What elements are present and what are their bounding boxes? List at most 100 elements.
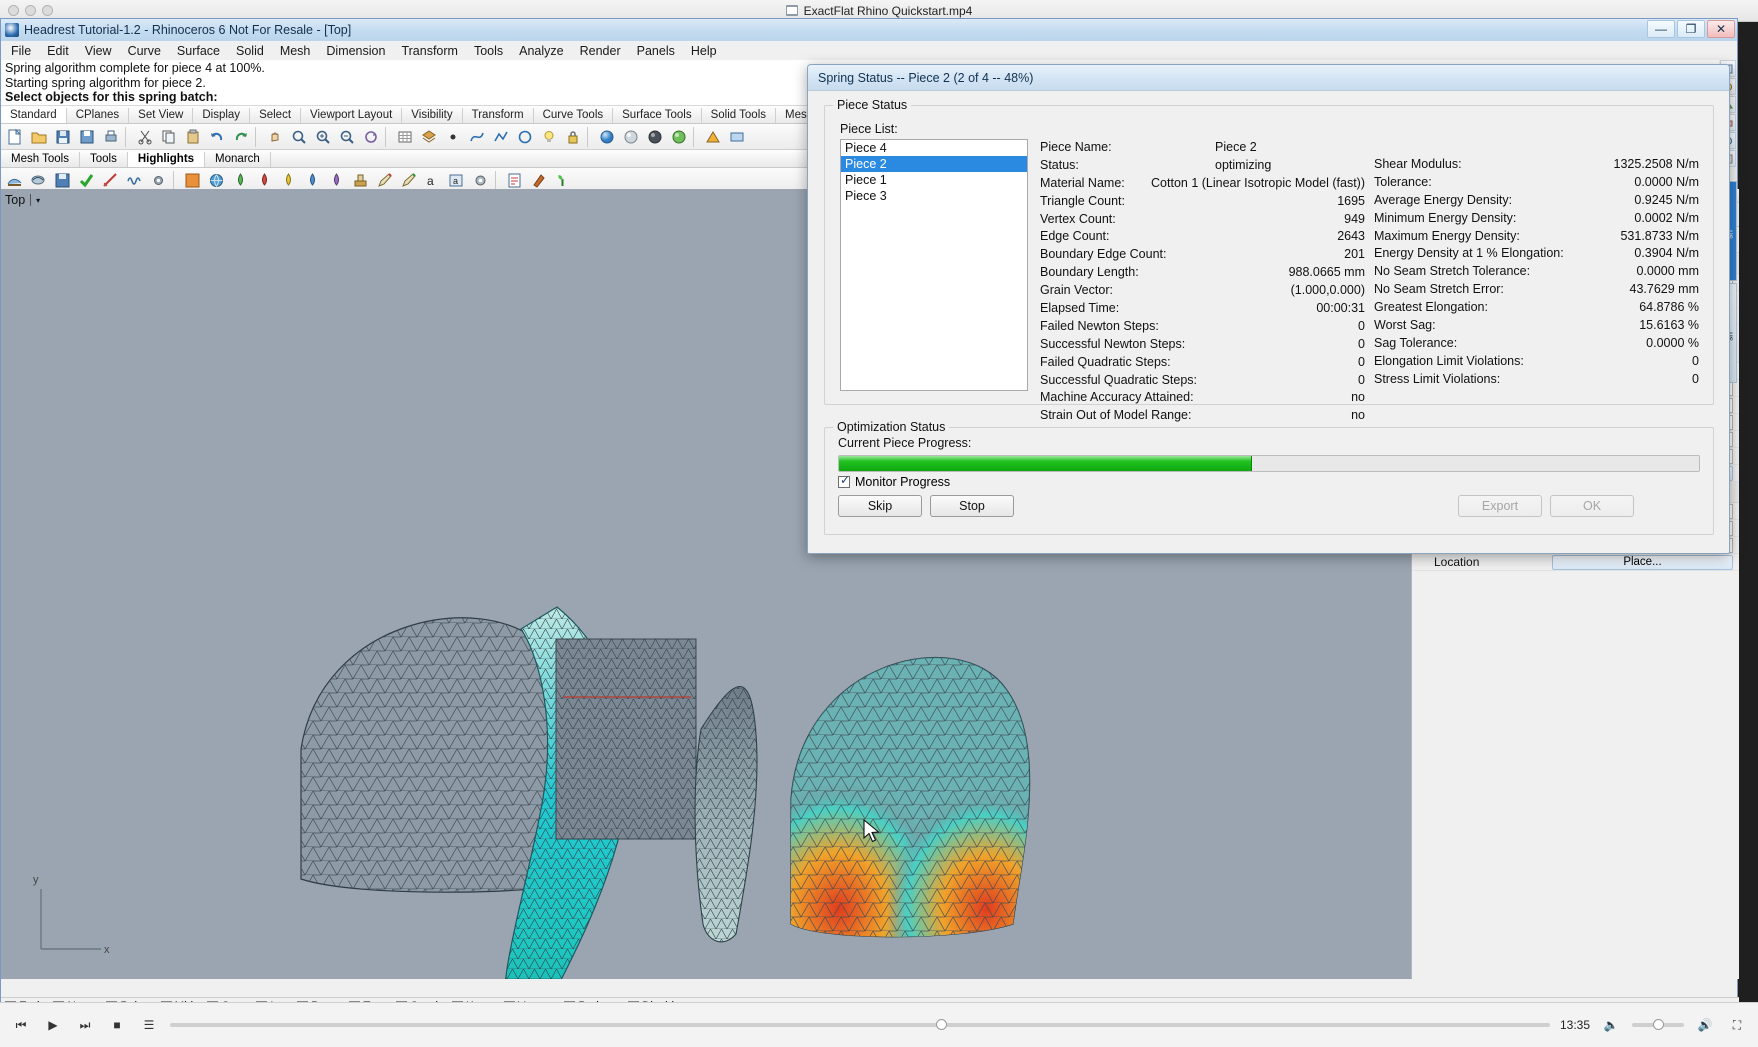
- redo-icon[interactable]: [229, 126, 252, 148]
- menu-item-render[interactable]: Render: [572, 43, 629, 59]
- stat-row: Average Energy Density: 0.9245 N/m: [1374, 191, 1699, 209]
- spring-status-dialog[interactable]: Spring Status -- Piece 2 (2 of 4 -- 48%)…: [807, 64, 1730, 554]
- window-traffic-lights[interactable]: [8, 5, 53, 16]
- ok-button[interactable]: OK: [1550, 495, 1634, 517]
- toolbar-tab-cplanes[interactable]: CPlanes: [67, 108, 130, 123]
- rhino-menubar[interactable]: File Edit View Curve Surface Solid Mesh Dimensi…: [1, 41, 1737, 60]
- menu-item-file[interactable]: File: [3, 43, 39, 59]
- toolbar-tab-surface-tools[interactable]: Surface Tools: [613, 108, 702, 123]
- toolbar-tab-solid-tools[interactable]: Solid Tools: [702, 108, 776, 123]
- menu-item-tools[interactable]: Tools: [466, 43, 511, 59]
- rotate-view-icon[interactable]: [359, 126, 382, 148]
- minimize-dot[interactable]: [25, 5, 36, 16]
- export-button[interactable]: Export: [1458, 495, 1542, 517]
- toolbar-tab-set-view[interactable]: Set View: [129, 108, 194, 123]
- stop-button[interactable]: ■: [106, 1014, 128, 1036]
- stat-value: 00:00:31: [1316, 300, 1365, 315]
- fullscreen-icon[interactable]: ⛶: [1726, 1014, 1748, 1036]
- volume-slider[interactable]: [1632, 1019, 1684, 1030]
- previous-button[interactable]: ⏮: [10, 1014, 32, 1036]
- stop-button[interactable]: Stop: [930, 495, 1014, 517]
- curve-icon[interactable]: [465, 126, 488, 148]
- sphere-dark-icon[interactable]: [643, 126, 666, 148]
- menu-item-dimension[interactable]: Dimension: [318, 43, 393, 59]
- seek-slider[interactable]: [170, 1019, 1550, 1030]
- mute-icon[interactable]: 🔈: [1600, 1014, 1622, 1036]
- undo-icon[interactable]: [205, 126, 228, 148]
- save-icon[interactable]: [51, 126, 74, 148]
- menu-item-analyze[interactable]: Analyze: [511, 43, 571, 59]
- piece-list-item[interactable]: Piece 3: [841, 188, 1027, 204]
- sphere-green-icon[interactable]: [667, 126, 690, 148]
- toolbar-tab-standard[interactable]: Standard: [1, 108, 67, 123]
- piece-list-item[interactable]: Piece 1: [841, 172, 1027, 188]
- exactflat-tab-monarch[interactable]: Monarch: [205, 152, 271, 167]
- exactflat-tab-highlights[interactable]: Highlights: [127, 152, 206, 167]
- exactflat-tab-tools[interactable]: Tools: [80, 152, 128, 167]
- next-button[interactable]: ⏭: [74, 1014, 96, 1036]
- minimize-button[interactable]: —: [1647, 20, 1675, 38]
- layers-icon[interactable]: [417, 126, 440, 148]
- polyline-icon[interactable]: [489, 126, 512, 148]
- lock-icon[interactable]: [561, 126, 584, 148]
- checkbox-box[interactable]: [838, 473, 850, 488]
- zoom-window-icon[interactable]: [287, 126, 310, 148]
- menu-item-help[interactable]: Help: [683, 43, 725, 59]
- playlist-button[interactable]: ☰: [138, 1014, 160, 1036]
- media-control-bar[interactable]: ⏮ ▶ ⏭ ■ ☰ 13:35 🔈 🔊 ⛶: [0, 1002, 1758, 1047]
- pan-icon[interactable]: [263, 126, 286, 148]
- print-icon[interactable]: [99, 126, 122, 148]
- toolbar-tab-visibility[interactable]: Visibility: [402, 108, 463, 123]
- window-controls[interactable]: — ❐ ✕: [1647, 20, 1735, 38]
- place-button[interactable]: Place...: [1552, 554, 1733, 570]
- property-row[interactable]: Location Place...: [1412, 554, 1739, 571]
- monitor-progress-checkbox[interactable]: Monitor Progress: [838, 473, 950, 489]
- close-dot[interactable]: [8, 5, 19, 16]
- lightbulb-icon[interactable]: [537, 126, 560, 148]
- toolbar-tab-select[interactable]: Select: [250, 108, 302, 123]
- menu-item-panels[interactable]: Panels: [629, 43, 683, 59]
- toolbar-tab-curve-tools[interactable]: Curve Tools: [534, 108, 614, 123]
- toolbar-tab-viewport-layout[interactable]: Viewport Layout: [301, 108, 403, 123]
- maximize-button[interactable]: ❐: [1677, 20, 1705, 38]
- skip-button[interactable]: Skip: [838, 495, 922, 517]
- toolbar-separator: [693, 126, 698, 147]
- new-file-icon[interactable]: [3, 126, 26, 148]
- volume-knob[interactable]: [1652, 1019, 1664, 1030]
- point-icon[interactable]: [441, 126, 464, 148]
- menu-item-transform[interactable]: Transform: [393, 43, 466, 59]
- stat-value: 988.0665 mm: [1288, 265, 1365, 280]
- menu-item-mesh[interactable]: Mesh: [272, 43, 319, 59]
- zoom-extents-icon[interactable]: [311, 126, 334, 148]
- sphere-silver-icon[interactable]: [619, 126, 642, 148]
- circle-icon[interactable]: [513, 126, 536, 148]
- zoom-dot[interactable]: [42, 5, 53, 16]
- menu-item-solid[interactable]: Solid: [228, 43, 272, 59]
- cut-icon[interactable]: [133, 126, 156, 148]
- render-icon[interactable]: [701, 126, 724, 148]
- save-as-icon[interactable]: [75, 126, 98, 148]
- flat-surface-icon[interactable]: [725, 126, 748, 148]
- close-button[interactable]: ✕: [1707, 20, 1735, 38]
- paste-icon[interactable]: [181, 126, 204, 148]
- copy-icon[interactable]: [157, 126, 180, 148]
- volume-icon[interactable]: 🔊: [1694, 1014, 1716, 1036]
- piece-list[interactable]: Piece 4 Piece 2 Piece 1 Piece 3: [840, 139, 1028, 391]
- play-button[interactable]: ▶: [42, 1014, 64, 1036]
- sphere-blue-icon[interactable]: [595, 126, 618, 148]
- open-file-icon[interactable]: [27, 126, 50, 148]
- seek-knob[interactable]: [935, 1019, 947, 1030]
- menu-item-curve[interactable]: Curve: [120, 43, 169, 59]
- menu-item-edit[interactable]: Edit: [39, 43, 77, 59]
- menu-item-view[interactable]: View: [77, 43, 120, 59]
- piece-list-item[interactable]: Piece 2: [841, 156, 1027, 172]
- stat-value: 1325.2508 N/m: [1613, 156, 1699, 171]
- toolbar-tab-display[interactable]: Display: [193, 108, 251, 123]
- exactflat-tab-mesh-tools[interactable]: Mesh Tools: [1, 152, 80, 167]
- toolbar-tab-transform[interactable]: Transform: [463, 108, 534, 123]
- menu-item-surface[interactable]: Surface: [169, 43, 228, 59]
- grid-icon[interactable]: [393, 126, 416, 148]
- stat-label: Status:: [1040, 157, 1079, 172]
- piece-list-item[interactable]: Piece 4: [841, 140, 1027, 156]
- zoom-selected-icon[interactable]: [335, 126, 358, 148]
